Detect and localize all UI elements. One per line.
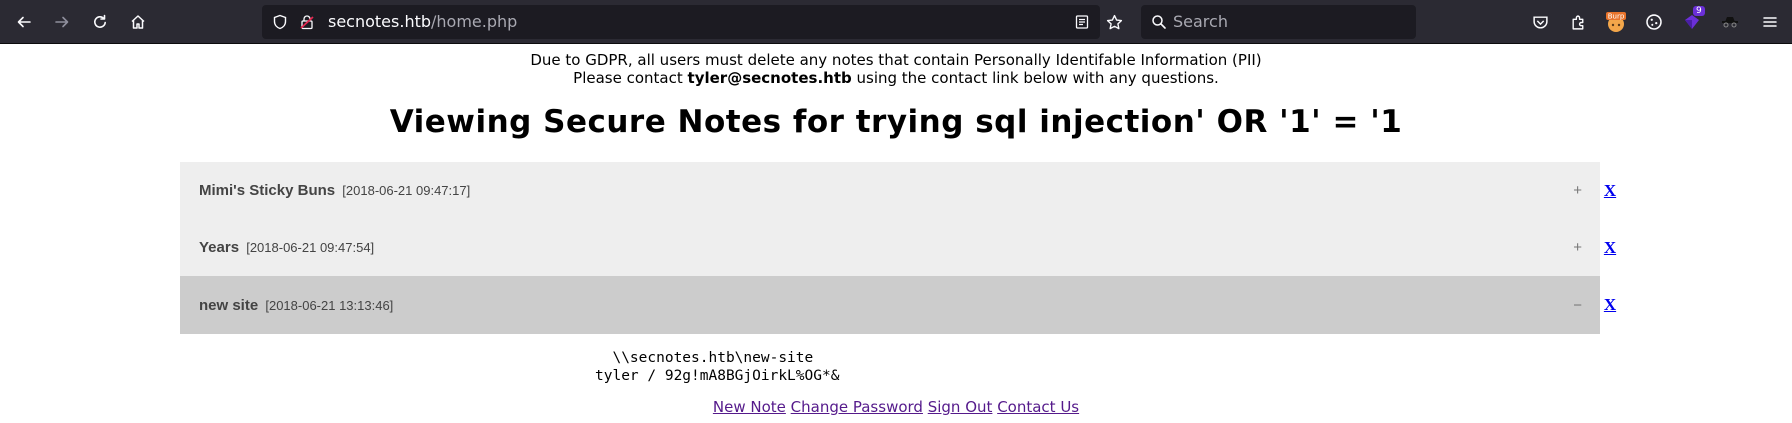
new-note-link[interactable]: New Note <box>713 398 786 416</box>
burp-extension-button[interactable]: Burp <box>1605 11 1627 33</box>
delete-note-link[interactable]: X <box>1600 181 1620 201</box>
home-button[interactable] <box>122 6 154 38</box>
note-title: Mimi's Sticky Buns [2018-06-21 09:47:17] <box>199 182 470 199</box>
delete-note-link[interactable]: X <box>1600 295 1620 315</box>
url-path: /home.php <box>431 12 518 31</box>
note-title-text: Years <box>199 239 240 256</box>
notice-text-pre: Please contact <box>573 69 688 87</box>
change-password-link[interactable]: Change Password <box>791 398 923 416</box>
notice-text-post: using the contact link below with any qu… <box>851 69 1219 87</box>
burp-icon: Burp <box>1606 12 1626 32</box>
notes-list: Mimi's Sticky Buns [2018-06-21 09:47:17]… <box>180 162 1616 334</box>
burp-label: Burp <box>1608 13 1625 21</box>
open-note-content: \\secnotes.htb\new-site tyler / 92g!mA8BG… <box>595 349 839 385</box>
note-title: new site [2018-06-21 13:13:46] <box>199 297 393 314</box>
collapse-toggle[interactable]: − <box>1573 297 1582 314</box>
gdpr-notice: Due to GDPR, all users must delete any n… <box>0 51 1792 87</box>
puzzle-icon <box>1571 15 1583 30</box>
extensions-button[interactable] <box>1567 11 1589 33</box>
search-bar[interactable]: Search <box>1141 5 1416 39</box>
pocket-button[interactable] <box>1529 11 1551 33</box>
cookie-icon <box>1646 14 1662 30</box>
note-content-line-2: tyler / 92g!mA8BGjOirkL%OG*& <box>595 368 840 384</box>
note-timestamp: [2018-06-21 09:47:17] <box>342 183 471 198</box>
reader-view-icon[interactable] <box>1074 14 1090 30</box>
bookmark-star-icon[interactable] <box>1106 14 1123 31</box>
extension-badge: 9 <box>1693 6 1705 16</box>
note-title: Years [2018-06-21 09:47:54] <box>199 239 374 256</box>
arrow-left-icon <box>17 16 31 28</box>
home-icon <box>131 15 145 29</box>
notice-line-1: Due to GDPR, all users must delete any n… <box>530 51 1262 69</box>
sign-out-link[interactable]: Sign Out <box>928 398 993 416</box>
delete-note-link[interactable]: X <box>1600 238 1620 258</box>
lock-insecure-icon[interactable] <box>299 14 315 30</box>
note-title-text: new site <box>199 296 259 314</box>
pocket-icon <box>1532 15 1548 29</box>
note-row-active[interactable]: new site [2018-06-21 13:13:46] − X <box>180 276 1616 334</box>
note-timestamp: [2018-06-21 13:13:46] <box>265 297 394 313</box>
arrow-right-icon <box>55 16 69 28</box>
reload-button[interactable] <box>84 6 116 38</box>
wappalyzer-extension-button[interactable]: 9 <box>1681 6 1705 33</box>
note-content-line-1: \\secnotes.htb\new-site <box>595 350 814 366</box>
contact-us-link[interactable]: Contact Us <box>997 398 1079 416</box>
note-timestamp: [2018-06-21 09:47:54] <box>246 240 375 255</box>
hamburger-icon <box>1763 17 1777 27</box>
note-row[interactable]: Years [2018-06-21 09:47:54] + X <box>180 219 1616 276</box>
note-title-text: Mimi's Sticky Buns <box>199 182 336 199</box>
search-icon <box>1152 15 1166 29</box>
reload-icon <box>94 14 106 28</box>
address-bar[interactable]: secnotes.htb/home.php <box>262 5 1100 39</box>
expand-toggle[interactable]: + <box>1573 239 1582 256</box>
expand-toggle[interactable]: + <box>1573 182 1582 199</box>
footer-links: New Note Change Password Sign Out Contac… <box>0 398 1792 416</box>
contact-email: tyler@secnotes.htb <box>687 69 852 87</box>
forward-button[interactable] <box>46 6 78 38</box>
page-title: Viewing Secure Notes for trying sql inje… <box>389 104 1403 140</box>
notice-line-2: Please contact tyler@secnotes.htb using … <box>0 69 1792 87</box>
note-row[interactable]: Mimi's Sticky Buns [2018-06-21 09:47:17]… <box>180 162 1616 219</box>
menu-button[interactable] <box>1759 11 1781 33</box>
browser-toolbar: secnotes.htb/home.php Search Burp 9 <box>0 0 1792 44</box>
cookie-extension-button[interactable] <box>1643 11 1665 33</box>
back-button[interactable] <box>8 6 40 38</box>
url-text[interactable]: secnotes.htb/home.php <box>328 12 517 31</box>
shield-icon[interactable] <box>272 14 288 30</box>
incognito-extension-button[interactable] <box>1719 11 1741 33</box>
url-host: secnotes.htb <box>328 12 432 31</box>
search-placeholder: Search <box>1173 12 1228 31</box>
hat-glasses-icon <box>1722 17 1738 28</box>
